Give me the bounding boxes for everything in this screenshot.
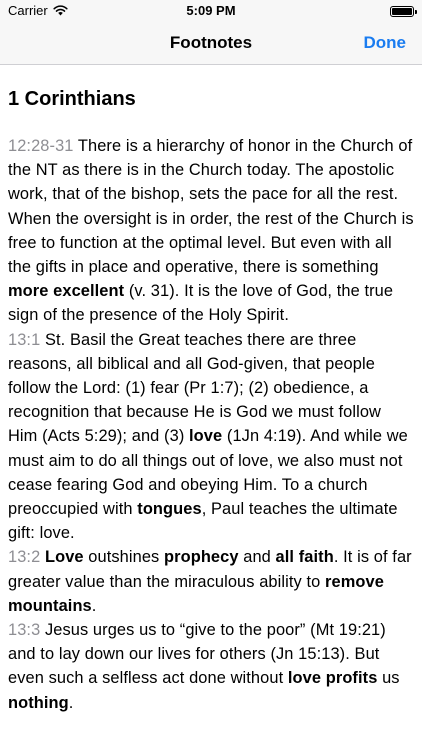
emphasized-text: nothing [8, 693, 69, 712]
emphasized-text: tongues [137, 500, 202, 519]
emphasized-text: love profits [287, 669, 378, 688]
book-title: 1 Corinthians [8, 88, 136, 110]
footnote: 13:2 Love outshines prophecy and all fai… [8, 545, 414, 618]
footnote-reference[interactable]: 13:1 [8, 331, 40, 349]
footnote-text: us [377, 669, 400, 688]
footnote-reference[interactable]: 12:28-31 [8, 137, 74, 155]
footnote: 13:3 Jesus urges us to “give to the poor… [8, 618, 414, 715]
footnote-text: There is a hierarchy of honor in the Chu… [8, 137, 414, 277]
status-bar: Carrier 5:09 PM [0, 0, 422, 24]
footnotes-content: 1 Corinthians 12:28-31 There is a hierar… [8, 86, 414, 715]
page-title: Footnotes [169, 33, 253, 52]
navigation-bar: Footnotes Done [0, 24, 422, 65]
status-time: 5:09 PM [186, 3, 236, 18]
emphasized-text: Love [44, 548, 84, 567]
footnote-text: outshines [83, 548, 164, 567]
battery-icon [390, 6, 417, 17]
footnote-text: and [238, 548, 276, 567]
emphasized-text: more excellent [8, 282, 125, 301]
emphasized-text: all faith [275, 548, 334, 567]
footnote-list: 12:28-31 There is a hierarchy of honor i… [8, 134, 414, 715]
emphasized-text: prophecy [164, 548, 239, 567]
emphasized-text: love [189, 427, 223, 446]
footnote-reference[interactable]: 13:2 [8, 548, 40, 566]
footnote-text: . [68, 693, 74, 712]
footnote-reference[interactable]: 13:3 [8, 621, 40, 639]
done-button[interactable]: Done [364, 33, 407, 53]
footnote-text: . [91, 596, 97, 615]
footnote: 12:28-31 There is a hierarchy of honor i… [8, 134, 414, 328]
footnote: 13:1 St. Basil the Great teaches there a… [8, 328, 414, 546]
